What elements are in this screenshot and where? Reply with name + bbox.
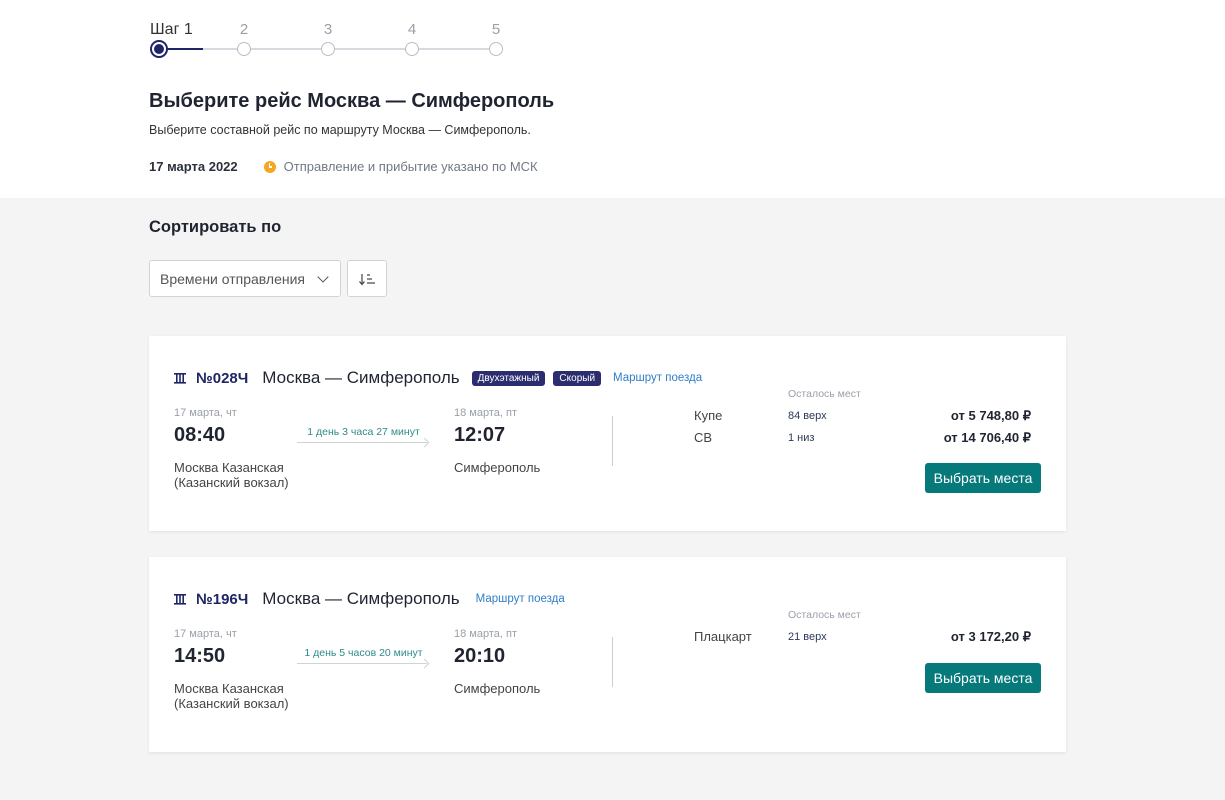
car-class-price: от 3 172,20 ₽ <box>950 629 1031 644</box>
sort-descending-icon <box>359 274 375 286</box>
stepper-step-label: 3 <box>323 21 333 38</box>
train-header: №196Ч Москва — Симферополь Маршрут поезд… <box>174 589 565 609</box>
timezone-note: Отправление и прибытие указано по МСК <box>283 159 538 174</box>
train-route-link[interactable]: Маршрут поезда <box>476 593 565 605</box>
train-number: №196Ч <box>196 590 249 608</box>
seats-left-header: Осталось мест <box>788 609 861 621</box>
arrival-date: 18 марта, пт <box>454 628 517 640</box>
sort-select[interactable]: Времени отправления <box>149 260 341 297</box>
duration-arrow-icon <box>297 663 427 664</box>
car-class-seats: 1 низ <box>788 432 815 444</box>
departure-date: 17 марта, чт <box>174 628 237 640</box>
departure-date: 17 марта, чт <box>174 407 237 419</box>
car-class-name: СВ <box>694 430 713 445</box>
stepper-step-2[interactable]: 2 <box>224 20 264 56</box>
badge-double-decker: Двухэтажный <box>471 370 546 386</box>
car-class-row[interactable]: СВ 1 низ от 14 706,40 ₽ <box>694 430 1031 450</box>
travel-date: 17 марта 2022 <box>149 159 238 174</box>
train-card: №196Ч Москва — Симферополь Маршрут поезд… <box>149 557 1066 752</box>
car-class-name: Плацкарт <box>694 629 752 644</box>
stepper-step-3[interactable]: 3 <box>308 20 348 56</box>
car-class-price: от 14 706,40 ₽ <box>943 430 1031 445</box>
sort-order-button[interactable] <box>347 260 387 297</box>
divider <box>612 416 613 466</box>
progress-stepper: Шаг 1 2 3 4 5 <box>150 20 510 60</box>
departure-station: Москва Казанская (Казанский вокзал) <box>174 460 289 490</box>
trip-duration: 1 день 3 часа 27 минут <box>307 426 420 438</box>
train-header: №028Ч Москва — Симферополь Двухэтажный С… <box>174 368 702 388</box>
departure-time: 08:40 <box>174 424 226 446</box>
stepper-current-dot-icon <box>150 40 168 58</box>
train-route-link[interactable]: Маршрут поезда <box>613 372 702 384</box>
select-seats-button[interactable]: Выбрать места <box>925 463 1041 493</box>
train-route: Москва — Симферополь <box>262 589 460 608</box>
train-icon <box>174 373 186 384</box>
duration-arrow-icon <box>297 442 427 443</box>
arrival-time: 12:07 <box>454 424 506 446</box>
stepper-step-5[interactable]: 5 <box>476 20 516 56</box>
page-title: Выберите рейс Москва — Симферополь <box>149 90 555 112</box>
departure-station: Москва Казанская (Казанский вокзал) <box>174 681 289 711</box>
stepper-dot-icon <box>237 42 251 56</box>
car-class-seats: 84 верх <box>788 410 827 422</box>
arrival-time: 20:10 <box>454 645 506 667</box>
departure-time: 14:50 <box>174 645 226 667</box>
stepper-step-label: 5 <box>491 21 501 38</box>
arrival-station: Симферополь <box>454 460 541 475</box>
clock-icon <box>263 160 276 173</box>
train-card: №028Ч Москва — Симферополь Двухэтажный С… <box>149 336 1066 531</box>
badge-fast: Скорый <box>553 370 602 386</box>
train-route: Москва — Симферополь <box>262 368 460 387</box>
car-class-name: Купе <box>694 408 723 423</box>
stepper-dot-icon <box>489 42 503 56</box>
stepper-step-label: 2 <box>239 21 249 38</box>
chevron-down-icon <box>317 271 329 283</box>
car-class-seats: 21 верх <box>788 631 827 643</box>
arrival-date: 18 марта, пт <box>454 407 517 419</box>
stepper-step-label: 4 <box>407 21 417 38</box>
stepper-dot-icon <box>405 42 419 56</box>
seats-left-header: Осталось мест <box>788 388 861 400</box>
header-section: Шаг 1 2 3 4 5 Выберите рейс Москва — Сим… <box>0 0 1225 198</box>
stepper-step-1[interactable]: Шаг 1 <box>150 20 193 58</box>
divider <box>612 637 613 687</box>
train-icon <box>174 594 186 605</box>
trip-duration: 1 день 5 часов 20 минут <box>304 647 423 659</box>
sort-select-value: Времени отправления <box>160 270 306 287</box>
stepper-step-4[interactable]: 4 <box>392 20 432 56</box>
car-class-row[interactable]: Плацкарт 21 верх от 3 172,20 ₽ <box>694 629 1031 649</box>
date-row: 17 марта 2022 Отправление и прибытие ука… <box>149 159 538 174</box>
page-subtitle: Выберите составной рейс по маршруту Моск… <box>149 123 531 137</box>
stepper-dot-icon <box>321 42 335 56</box>
car-class-row[interactable]: Купе 84 верх от 5 748,80 ₽ <box>694 408 1031 428</box>
arrival-station: Симферополь <box>454 681 541 696</box>
select-seats-button[interactable]: Выбрать места <box>925 663 1041 693</box>
car-class-price: от 5 748,80 ₽ <box>950 408 1031 423</box>
stepper-step-label: Шаг 1 <box>150 21 193 38</box>
sort-title: Сортировать по <box>149 218 282 236</box>
train-number: №028Ч <box>196 369 249 387</box>
